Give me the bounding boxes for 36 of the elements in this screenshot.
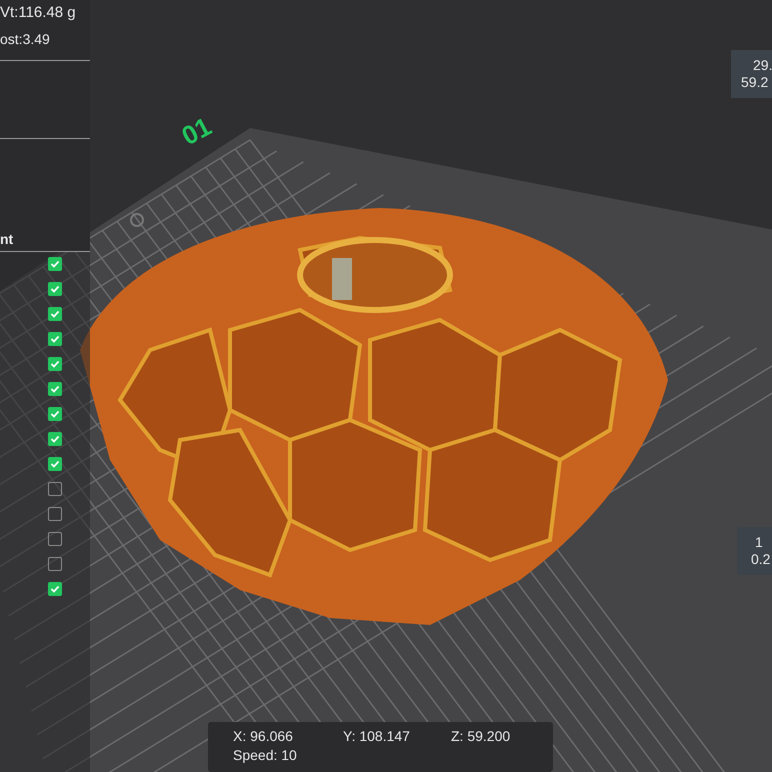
legend-header: nt [0, 230, 14, 249]
legend-checkbox[interactable] [48, 257, 62, 271]
z-coordinate: Z: 59.200 [451, 728, 510, 745]
tip-text: 1 [754, 534, 764, 551]
check-icon [50, 309, 60, 319]
check-icon [50, 434, 60, 444]
legend-checkbox[interactable] [48, 282, 62, 296]
legend-checkbox[interactable] [48, 407, 62, 421]
check-icon [50, 334, 60, 344]
legend-checkbox[interactable] [48, 532, 62, 546]
legend-checkbox[interactable] [48, 357, 62, 371]
check-icon [50, 409, 60, 419]
check-icon [50, 359, 60, 369]
check-icon [50, 284, 60, 294]
legend-checkbox[interactable] [48, 332, 62, 346]
legend-checkbox[interactable] [48, 557, 62, 571]
check-icon [50, 259, 60, 269]
legend-checkbox[interactable] [48, 457, 62, 471]
legend-checkbox[interactable] [48, 307, 62, 321]
y-coordinate: Y: 108.147 [343, 728, 411, 745]
tip-text: 0.2 [751, 551, 772, 568]
weight-text: Vt:116.48 g [0, 3, 77, 23]
check-icon [50, 384, 60, 394]
legend-checkbox[interactable] [48, 382, 62, 396]
tip-text: 29. [752, 57, 772, 74]
cost-text: ost:3.49 [0, 30, 51, 49]
tip-text: 59.2 [741, 74, 770, 91]
plate-number: 01 [178, 112, 216, 150]
check-icon [50, 459, 60, 469]
legend-checkbox[interactable] [48, 582, 62, 596]
x-coordinate: X: 96.066 [233, 728, 294, 745]
legend-checkbox[interactable] [48, 432, 62, 446]
legend-checkbox[interactable] [48, 482, 62, 496]
speed-text: Speed: 10 [233, 747, 298, 764]
legend-checkbox[interactable] [48, 507, 62, 521]
check-icon [50, 584, 60, 594]
